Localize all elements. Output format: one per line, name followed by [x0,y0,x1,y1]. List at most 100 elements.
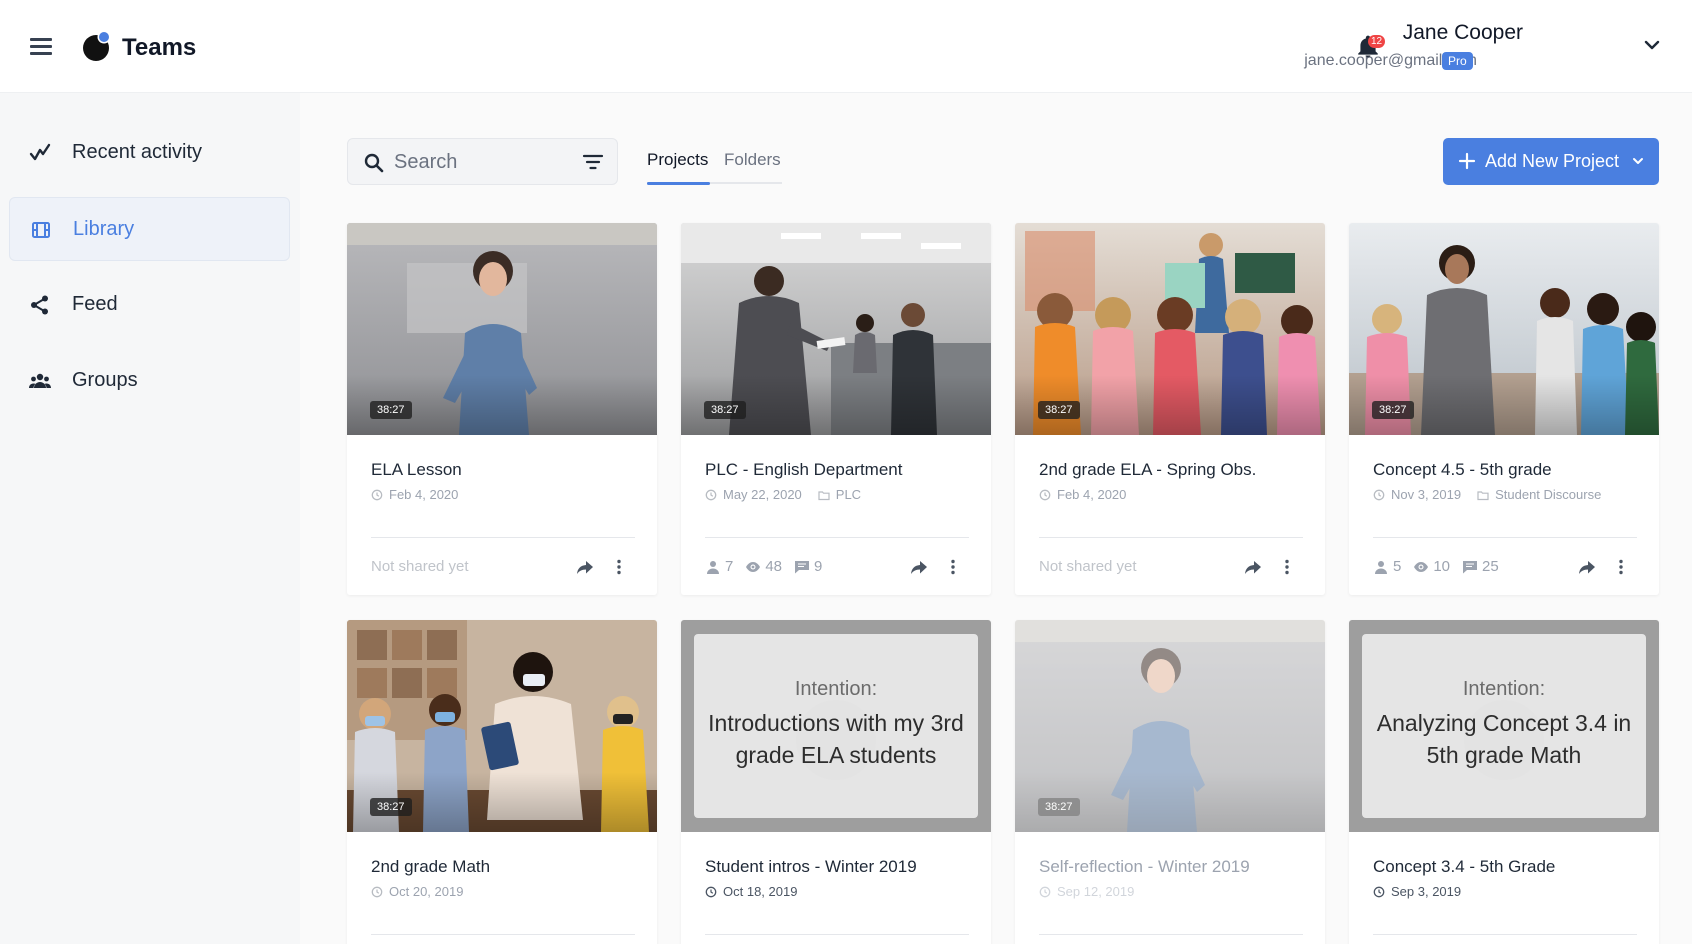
tab-folders[interactable]: Folders [724,150,781,170]
view-count: 10 [1433,558,1451,575]
teams-logo-icon[interactable] [82,30,112,62]
video-thumbnail[interactable]: 38:27 [1015,223,1325,435]
share-status: Not shared yet [1039,558,1137,575]
video-duration: 38:27 [704,401,746,419]
video-thumbnail[interactable]: 38:27 [1015,620,1325,832]
clock-icon [1373,886,1385,897]
project-card[interactable]: Intention: Introductions with my 3rd gra… [681,620,991,944]
project-date: Sep 3, 2019 [1391,884,1462,899]
comment-icon [1463,560,1478,573]
clock-icon [1039,886,1051,897]
plan-badge: Pro [1442,52,1473,70]
project-title[interactable]: ELA Lesson [371,460,462,480]
eye-icon [1414,561,1429,572]
view-count: 48 [765,558,783,575]
share-arrow-icon[interactable] [1578,560,1596,575]
intention-label: Intention: [1462,678,1546,700]
card-footer: Not shared yet [371,558,635,578]
clock-icon [705,886,717,897]
project-card[interactable]: 38:27 PLC - English Department May 22, 2… [681,223,991,595]
activity-check-icon [29,143,51,161]
video-duration: 38:27 [1038,798,1080,816]
project-meta: Feb 4, 2020 [371,487,458,502]
card-divider [705,537,969,538]
users-group-icon [29,373,51,388]
project-title[interactable]: 2nd grade ELA - Spring Obs. [1039,460,1256,480]
share-arrow-icon[interactable] [576,560,594,575]
card-divider [371,537,635,538]
card-divider [1373,537,1637,538]
intention-label: Intention: [794,678,878,700]
share-stats: 5 10 25 [1373,558,1511,575]
more-options-icon[interactable] [617,559,621,575]
sidebar-item-label: Recent activity [72,141,203,163]
video-thumbnail[interactable]: 38:27 [681,223,991,435]
clock-icon [705,489,717,500]
comment-icon [795,560,810,573]
card-divider [1039,934,1303,935]
video-thumbnail[interactable]: Intention: Analyzing Concept 3.4 in 5th … [1349,620,1659,832]
sidebar-item-groups[interactable]: Groups [9,349,290,413]
project-title[interactable]: 2nd grade Math [371,857,490,877]
project-title[interactable]: Self-reflection - Winter 2019 [1039,857,1250,877]
project-title[interactable]: Concept 4.5 - 5th grade [1373,460,1552,480]
intention-text: Introductions with my 3rd grade ELA stud… [708,710,964,768]
project-date: Feb 4, 2020 [1057,487,1127,502]
video-thumbnail[interactable]: 38:27 [347,223,657,435]
notification-badge: 12 [1368,35,1386,48]
project-card[interactable]: 38:27 Self-reflection - Winter 2019 Sep … [1015,620,1325,944]
project-meta: May 22, 2020 PLC [705,487,861,502]
menu-icon[interactable] [30,38,52,56]
user-name[interactable]: Jane Cooper [1403,21,1523,45]
video-thumbnail[interactable]: Intention: Introductions with my 3rd gra… [681,620,991,832]
project-date: Sep 12, 2019 [1057,884,1135,899]
chevron-down-icon[interactable] [1643,38,1661,52]
share-arrow-icon[interactable] [1244,560,1262,575]
filter-icon[interactable] [582,153,604,171]
more-options-icon[interactable] [1619,559,1623,575]
more-options-icon[interactable] [951,559,955,575]
sidebar-item-recent-activity[interactable]: Recent activity [9,121,290,185]
video-duration: 38:27 [370,401,412,419]
search-box[interactable] [347,138,618,185]
person-icon [707,560,719,574]
project-meta: Oct 20, 2019 [371,884,463,899]
project-folder[interactable]: Student Discourse [1495,487,1601,502]
intention-overlay: Intention: Introductions with my 3rd gra… [694,634,978,818]
sidebar-item-label: Feed [72,293,118,315]
add-new-project-button[interactable]: Add New Project [1443,138,1659,185]
card-divider [1039,537,1303,538]
sidebar-item-library[interactable]: Library [9,197,290,261]
comment-count: 9 [814,558,823,575]
active-tab-indicator [647,182,710,185]
card-footer: Not shared yet [1039,558,1303,578]
project-card[interactable]: Intention: Analyzing Concept 3.4 in 5th … [1349,620,1659,944]
video-thumbnail[interactable]: 38:27 [1349,223,1659,435]
search-input[interactable] [394,147,564,177]
project-card[interactable]: 38:27 ELA Lesson Feb 4, 2020 Not shared … [347,223,657,595]
clock-icon [371,886,383,897]
app-title: Teams [122,34,197,61]
project-date: Feb 4, 2020 [389,487,459,502]
card-divider [371,934,635,935]
share-arrow-icon[interactable] [910,560,928,575]
project-title[interactable]: PLC - English Department [705,460,902,480]
video-thumbnail[interactable]: 38:27 [347,620,657,832]
project-card[interactable]: 38:27 Concept 4.5 - 5th grade Nov 3, 201… [1349,223,1659,595]
tab-projects[interactable]: Projects [647,150,708,170]
plus-icon [1458,152,1476,170]
add-new-project-label: Add New Project [1485,151,1620,171]
project-card[interactable]: 38:27 2nd grade Math Oct 20, 2019 [347,620,657,944]
chevron-down-icon[interactable] [1632,156,1644,166]
share-stats: 7 48 9 [705,558,834,575]
card-footer: 5 10 25 [1373,558,1637,578]
project-title[interactable]: Student intros - Winter 2019 [705,857,917,877]
intention-text: Analyzing Concept 3.4 in 5th grade Math [1376,710,1632,768]
project-folder[interactable]: PLC [836,487,861,502]
more-options-icon[interactable] [1285,559,1289,575]
card-footer: 7 48 9 [705,558,969,578]
project-card[interactable]: 38:27 2nd grade ELA - Spring Obs. Feb 4,… [1015,223,1325,595]
sidebar-item-feed[interactable]: Feed [9,273,290,337]
project-title[interactable]: Concept 3.4 - 5th Grade [1373,857,1555,877]
project-date: Oct 20, 2019 [389,884,464,899]
